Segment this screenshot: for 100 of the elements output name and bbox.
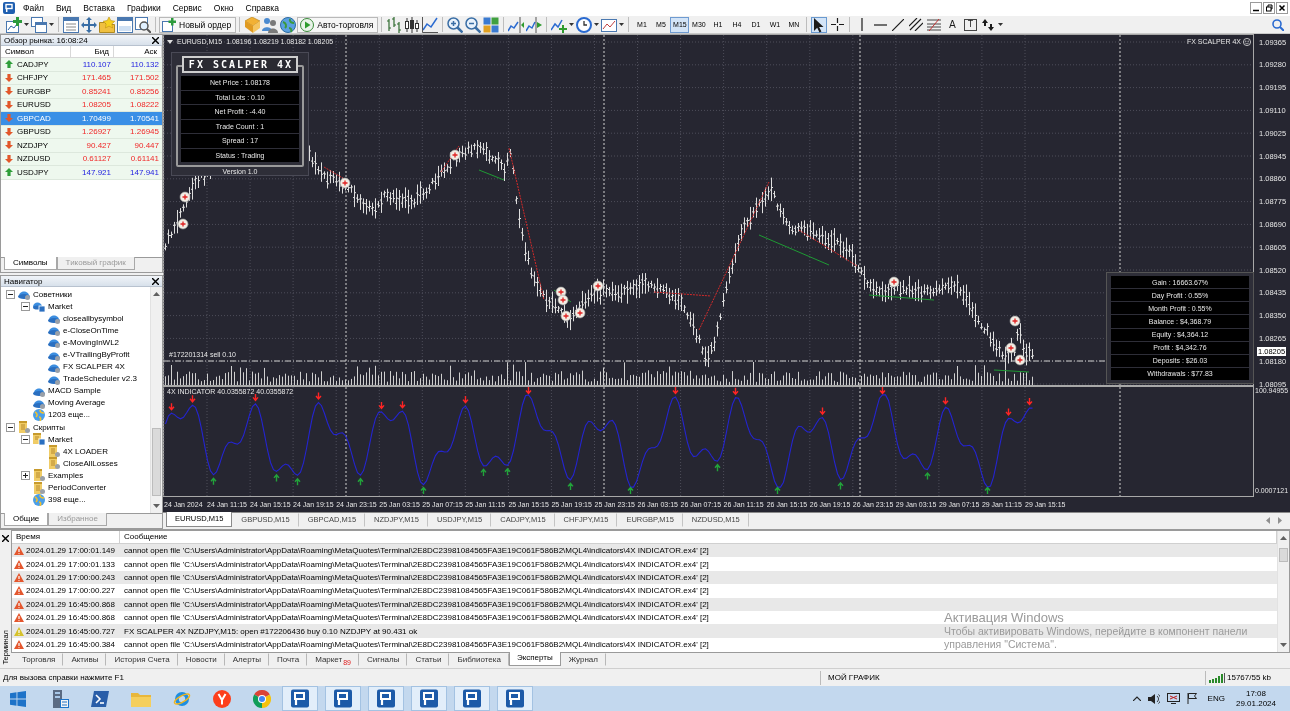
- up-down-arrows-icon[interactable]: [982, 18, 995, 31]
- clock-time[interactable]: 17:08: [1245, 688, 1266, 699]
- caret-icon[interactable]: [24, 23, 29, 26]
- four-squares-icon[interactable]: [483, 16, 500, 33]
- scrollbar-thumb[interactable]: [152, 428, 161, 496]
- panel-tab[interactable]: Символы: [4, 257, 57, 270]
- server-icon[interactable]: [51, 689, 69, 708]
- clock-date[interactable]: 29.01.2024: [1235, 698, 1276, 709]
- console-icon[interactable]: [91, 690, 109, 707]
- collapse-icon[interactable]: [6, 422, 15, 432]
- restore-icon[interactable]: [1263, 2, 1275, 14]
- zoom-in-icon[interactable]: [447, 16, 464, 33]
- fork-circle-icon[interactable]: [213, 689, 231, 708]
- bar-chart-icon[interactable]: [386, 16, 403, 33]
- navigator-item[interactable]: closeallbysymbol: [63, 313, 124, 323]
- expand-icon[interactable]: [21, 470, 30, 480]
- chevron-up-icon[interactable]: [1132, 696, 1141, 701]
- four-arrows-icon[interactable]: [81, 16, 97, 33]
- navigator-item[interactable]: 398 еще...: [48, 495, 86, 505]
- chart-window-icon[interactable]: [601, 16, 618, 33]
- search-icon[interactable]: [1272, 18, 1284, 31]
- column-header[interactable]: Время: [12, 531, 120, 543]
- navigator-item[interactable]: FX SCALPER 4X: [63, 362, 125, 372]
- app-tile-icon[interactable]: [497, 686, 533, 711]
- close-icon[interactable]: [2, 535, 9, 542]
- caret-icon[interactable]: [619, 23, 625, 26]
- close-icon[interactable]: [152, 36, 159, 44]
- menu-item[interactable]: Окно: [207, 1, 240, 15]
- caret-icon[interactable]: [594, 23, 600, 26]
- panel-tab[interactable]: Общие: [4, 513, 49, 526]
- scroll-down-icon[interactable]: [1280, 643, 1287, 647]
- terminal-tab[interactable]: Новости: [177, 653, 225, 666]
- caret-icon[interactable]: [998, 23, 1004, 26]
- navigator-item[interactable]: PeriodConverter: [48, 483, 107, 493]
- text-label-button[interactable]: T: [963, 18, 977, 31]
- terminal-tab[interactable]: Библиотека: [449, 653, 509, 666]
- symbol-row[interactable]: USDJPY 147.921 147.941: [1, 166, 162, 180]
- scroll-up-icon[interactable]: [1280, 536, 1287, 540]
- collapse-icon[interactable]: [6, 289, 15, 299]
- globe-icon[interactable]: [280, 16, 297, 33]
- menu-item[interactable]: Сервис: [166, 1, 208, 15]
- collapse-icon[interactable]: [21, 301, 30, 311]
- segmented-circle-icon[interactable]: [253, 689, 271, 708]
- flag-icon[interactable]: [1186, 693, 1197, 704]
- candlestick-icon[interactable]: [404, 16, 421, 33]
- navigator-item[interactable]: Market: [48, 301, 73, 311]
- monitor-icon[interactable]: [1166, 693, 1180, 704]
- people-icon[interactable]: [262, 16, 279, 33]
- terminal-tab[interactable]: Почта: [268, 653, 308, 666]
- zoom-out-icon[interactable]: [465, 16, 482, 33]
- navigator-item[interactable]: e-MovingInWL2: [63, 337, 120, 347]
- horizontal-levels-icon[interactable]: [927, 18, 942, 31]
- parallel-lines-icon[interactable]: [909, 18, 924, 31]
- new-order-button[interactable]: Новый ордер: [159, 16, 237, 33]
- cursor-icon[interactable]: [811, 16, 828, 33]
- navigator-item[interactable]: TradeScheduler v2.3: [63, 374, 137, 384]
- caret-icon[interactable]: [569, 23, 575, 26]
- list-window-icon[interactable]: [63, 16, 79, 33]
- crosshair-icon[interactable]: [830, 18, 844, 31]
- terminal-tab[interactable]: Торговля: [14, 653, 64, 666]
- vertical-line-icon[interactable]: [861, 18, 864, 31]
- auto-trading-button[interactable]: Авто-торговля: [297, 16, 379, 33]
- scroll-down-icon[interactable]: [153, 504, 160, 508]
- window-icon[interactable]: [117, 16, 133, 33]
- app-tile-icon[interactable]: [325, 686, 361, 711]
- terminal-tab[interactable]: Статьи: [407, 653, 450, 666]
- menu-item[interactable]: Файл: [17, 1, 50, 15]
- menu-item[interactable]: Вставка: [77, 1, 121, 15]
- terminal-tab[interactable]: Алерты: [224, 653, 269, 666]
- scroll-left-icon[interactable]: [1266, 517, 1270, 524]
- plus-window-icon[interactable]: [6, 16, 22, 33]
- scroll-up-icon[interactable]: [153, 292, 160, 296]
- close-icon[interactable]: [1276, 2, 1288, 14]
- star-folder-icon[interactable]: [99, 16, 115, 33]
- menu-item[interactable]: Справка: [239, 1, 285, 15]
- navigator-item[interactable]: e-VTrailingByProfit: [63, 350, 130, 359]
- app-tile-icon[interactable]: [368, 686, 404, 711]
- collapse-icon[interactable]: [21, 434, 30, 444]
- navigator-item[interactable]: 1203 еще...: [48, 410, 91, 420]
- horizontal-line-icon[interactable]: [873, 23, 887, 26]
- caret-icon[interactable]: [49, 23, 54, 26]
- minimize-icon[interactable]: [1250, 2, 1262, 14]
- app-tile-icon[interactable]: [282, 686, 318, 711]
- column-header[interactable]: Бид: [71, 46, 114, 57]
- diagonal-line-icon[interactable]: [892, 18, 905, 31]
- clock-icon[interactable]: [576, 16, 593, 33]
- navigator-item[interactable]: Moving Average: [48, 398, 106, 408]
- navigator-item[interactable]: Market: [48, 434, 73, 444]
- navigator-item[interactable]: CloseAllLosses: [63, 458, 118, 468]
- symbol-row[interactable]: EURGBP 0.85241 0.85256: [1, 85, 162, 99]
- close-icon[interactable]: [152, 277, 159, 285]
- window-stack-icon[interactable]: [31, 16, 47, 33]
- line-chart-icon[interactable]: [422, 16, 439, 33]
- scrollbar[interactable]: [150, 287, 162, 513]
- navigator-item[interactable]: e-CloseOnTime: [63, 325, 119, 335]
- magnifier-window-icon[interactable]: [135, 16, 151, 33]
- symbol-row[interactable]: CADJPY 110.107 110.132: [1, 58, 162, 72]
- symbol-row[interactable]: NZDJPY 90.427 90.447: [1, 139, 162, 153]
- scrollbar[interactable]: [1277, 531, 1289, 652]
- terminal-tab[interactable]: Журнал: [560, 653, 606, 666]
